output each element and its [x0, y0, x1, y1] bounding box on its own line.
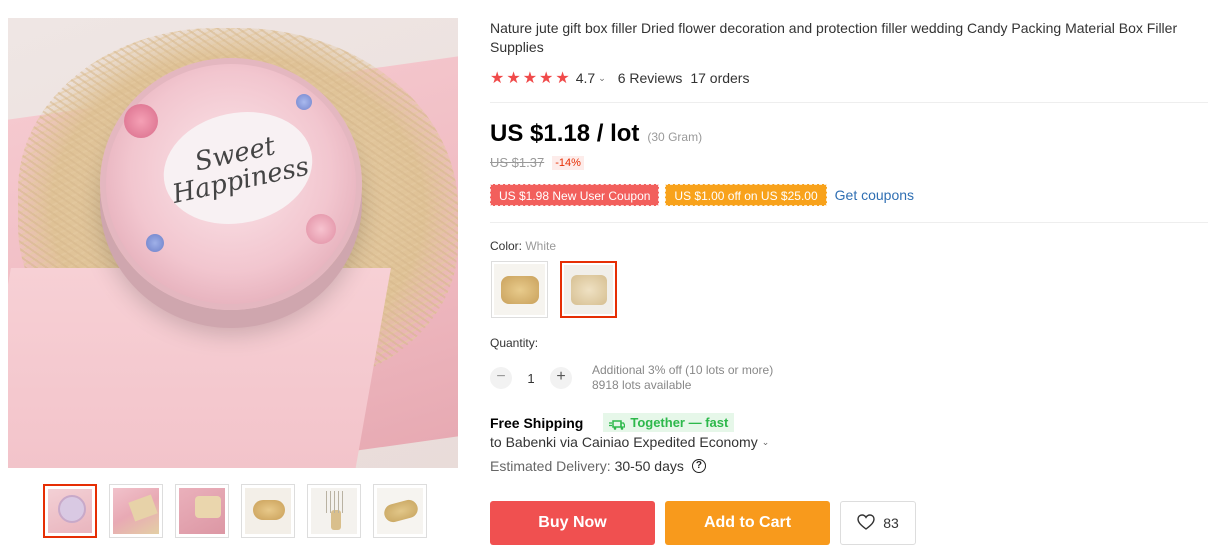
star-icon: ★: [522, 70, 538, 87]
quantity-input[interactable]: 1: [512, 371, 550, 386]
color-label: Color:: [490, 239, 523, 253]
star-icon: ★: [490, 70, 505, 87]
thumbnail-pink-box-straw[interactable]: [175, 484, 229, 538]
get-coupons-link[interactable]: Get coupons: [835, 187, 914, 203]
star-icon: ★: [539, 70, 554, 87]
free-shipping-label: Free Shipping: [490, 414, 584, 431]
delivery-label: Estimated Delivery:: [490, 458, 611, 474]
divider: [490, 102, 1208, 103]
thumbnail-straw-in-vase[interactable]: [307, 484, 361, 538]
quantity-notes: Additional 3% off (10 lots or more) 8918…: [592, 363, 773, 393]
buy-now-button[interactable]: Buy Now: [490, 501, 655, 545]
shipping-row: Free Shipping Together — fast: [490, 413, 735, 432]
quantity-plus-button[interactable]: +: [550, 367, 572, 389]
original-price-row: US $1.37 -14%: [490, 155, 584, 170]
new-user-coupon[interactable]: US $1.98 New User Coupon: [490, 184, 660, 206]
divider: [490, 222, 1208, 223]
discount-badge: -14%: [552, 155, 584, 170]
quantity-label: Quantity:: [490, 336, 539, 350]
color-option-natural[interactable]: [491, 261, 548, 318]
color-swatches: [491, 261, 617, 318]
rating-row: ★ ★ ★ ★ ★ 4.7 ⌄ 6 Reviews 17 orders: [490, 68, 749, 88]
thumbnail-strip: [43, 484, 427, 538]
wishlist-button[interactable]: 83: [840, 501, 916, 545]
bulk-discount-note: Additional 3% off (10 lots or more): [592, 363, 774, 377]
together-fast-badge: Together — fast: [603, 413, 735, 432]
rose-decoration: [124, 104, 158, 138]
unit-note: (30 Gram): [647, 130, 703, 144]
selected-color: White: [525, 239, 557, 253]
product-title: Nature jute gift box filler Dried flower…: [490, 20, 1178, 55]
delivery-days: 30-50 days: [614, 458, 684, 474]
estimated-delivery: Estimated Delivery: 30-50 days ?: [490, 458, 706, 474]
quantity-stepper: − 1 + Additional 3% off (10 lots or more…: [490, 363, 773, 393]
together-fast-text: Together — fast: [630, 415, 729, 430]
rating-value[interactable]: 4.7: [576, 70, 595, 86]
truck-icon: [609, 418, 626, 430]
star-rating: ★ ★ ★ ★ ★: [490, 68, 570, 88]
stock-available: 8918 lots available: [592, 378, 692, 392]
chevron-down-icon[interactable]: ⌄: [598, 73, 606, 84]
help-icon[interactable]: ?: [691, 459, 706, 473]
thumbnail-straw-pile[interactable]: [373, 484, 427, 538]
thumbnail-straw-bundle[interactable]: [241, 484, 295, 538]
star-icon: ★: [555, 70, 570, 87]
color-option-white[interactable]: [560, 261, 617, 318]
thumbnail-pink-box-open[interactable]: [109, 484, 163, 538]
action-buttons: Buy Now Add to Cart 83: [490, 501, 916, 545]
chevron-down-icon[interactable]: ⌄: [762, 437, 770, 448]
color-label-row: Color: White: [490, 239, 556, 253]
quantity-minus-button[interactable]: −: [490, 367, 512, 389]
coupon-row: US $1.98 New User Coupon US $1.00 off on…: [490, 184, 914, 206]
store-coupon[interactable]: US $1.00 off on US $25.00: [665, 184, 827, 206]
wishlist-count: 83: [883, 515, 899, 531]
reviews-link[interactable]: 6 Reviews: [618, 70, 683, 86]
original-price: US $1.37: [490, 155, 545, 170]
price-row: US $1.18 / lot (30 Gram): [490, 120, 702, 148]
heart-icon: [857, 513, 875, 533]
thumbnail-tin-in-box[interactable]: [43, 484, 97, 538]
blue-flower-decoration: [146, 234, 164, 252]
blue-flower-decoration: [296, 94, 312, 110]
star-icon: ★: [506, 70, 521, 87]
current-price: US $1.18 / lot: [490, 120, 640, 147]
add-to-cart-button[interactable]: Add to Cart: [665, 501, 830, 545]
main-product-image[interactable]: Sweet Happiness: [8, 18, 458, 468]
shipping-method[interactable]: to Babenki via Cainiao Expedited Economy: [490, 434, 758, 450]
rose-decoration: [306, 214, 336, 244]
shipping-destination[interactable]: to Babenki via Cainiao Expedited Economy…: [490, 434, 769, 450]
orders-count: 17 orders: [690, 70, 750, 86]
